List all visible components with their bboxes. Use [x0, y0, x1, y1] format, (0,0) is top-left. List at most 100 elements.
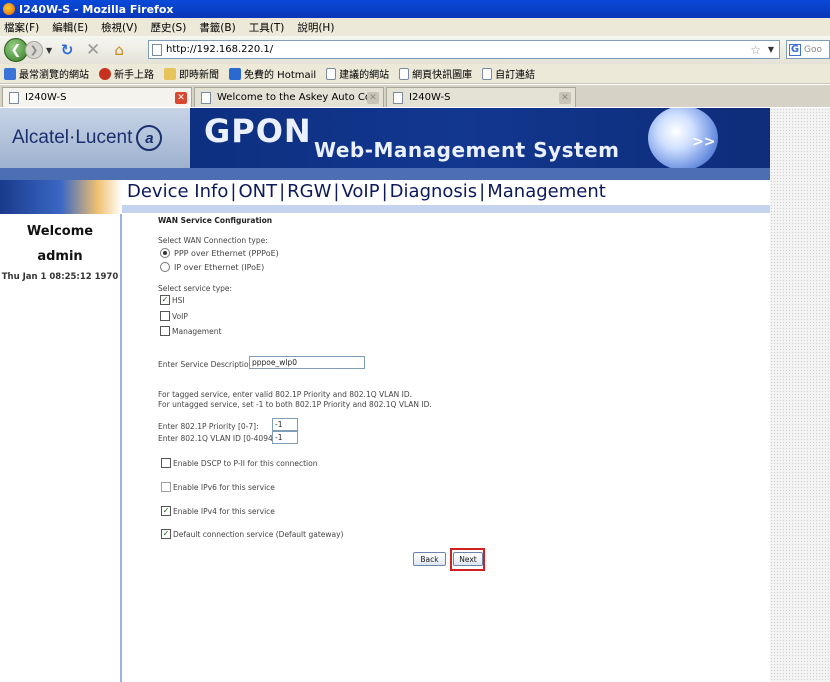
bookmark-suggested[interactable]: 建議的網站: [326, 66, 389, 81]
checkbox-default-gateway-label: Default connection service (Default gate…: [173, 529, 344, 539]
menu-bar: 檔案(F) 編輯(E) 檢視(V) 歷史(S) 書籤(B) 工具(T) 說明(H…: [0, 18, 830, 36]
menu-view[interactable]: 檢視(V): [101, 20, 137, 35]
checkbox-hsi-label: HSI: [172, 295, 185, 305]
bookmark-label: 新手上路: [114, 70, 154, 81]
nav-device-info[interactable]: Device Info: [127, 181, 228, 202]
stop-icon[interactable]: ✕: [82, 39, 104, 61]
google-icon[interactable]: G: [789, 43, 801, 56]
checkbox-voip[interactable]: VoIP: [160, 311, 188, 321]
checkbox-default-gateway[interactable]: Default connection service (Default gate…: [161, 529, 343, 539]
tab-askey-config[interactable]: Welcome to the Askey Auto Configurati...…: [194, 87, 384, 107]
nav-management[interactable]: Management: [487, 181, 606, 202]
bookmark-icon: [4, 67, 16, 80]
radio-ipoe-circle[interactable]: [160, 262, 170, 272]
bookmark-most-visited[interactable]: 最常瀏覽的網站: [4, 66, 89, 81]
bookmark-custom-links[interactable]: 自訂連結: [482, 66, 535, 81]
reload-icon[interactable]: ↻: [56, 39, 78, 61]
url-bar[interactable]: http://192.168.220.1/ ☆ ▼: [148, 40, 780, 59]
service-description-input[interactable]: pppoe_wlp0: [249, 356, 365, 369]
checkbox-ipv4-label: Enable IPv4 for this service: [173, 506, 275, 516]
bookmark-label: 免費的 Hotmail: [244, 70, 317, 81]
checkbox-default-gateway-box[interactable]: [161, 529, 171, 539]
bookmark-label: 最常瀏覽的網站: [19, 70, 89, 81]
radio-ipoe[interactable]: IP over Ethernet (IPoE): [160, 262, 264, 272]
close-tab-icon[interactable]: ✕: [559, 92, 571, 104]
bookmarks-toolbar: 最常瀏覽的網站 新手上路 即時新聞 免費的 Hotmail 建議的網站 網頁快訊…: [0, 64, 830, 84]
rss-folder-icon: [164, 67, 176, 80]
checkbox-ipv4[interactable]: Enable IPv4 for this service: [161, 506, 275, 516]
nav-separator: |: [381, 180, 388, 202]
checkbox-dscp-box[interactable]: [161, 458, 171, 468]
radio-pppoe-circle[interactable]: [160, 248, 170, 258]
menu-help[interactable]: 說明(H): [297, 20, 334, 35]
tab-i240w-second[interactable]: I240W-S ✕: [386, 87, 576, 107]
radio-pppoe-label: PPP over Ethernet (PPPoE): [174, 248, 279, 258]
decorative-light-art: [0, 180, 122, 214]
menu-bookmarks[interactable]: 書籤(B): [199, 20, 235, 35]
product-subtitle: Web-Management System: [314, 138, 620, 162]
bookmark-label: 即時新聞: [179, 70, 219, 81]
tab-i240w-active[interactable]: I240W-S ✕: [2, 87, 192, 107]
search-box[interactable]: G Goo: [786, 40, 830, 59]
bookmark-label: 自訂連結: [495, 70, 536, 81]
tab-label: I240W-S: [25, 92, 67, 103]
menu-tools[interactable]: 工具(T): [249, 20, 285, 35]
vlan-label: Enter 802.1Q VLAN ID [0-4094]:: [158, 434, 279, 443]
msn-icon: [229, 67, 241, 80]
nav-separator: |: [333, 180, 340, 202]
bookmark-star-icon[interactable]: ☆: [750, 43, 761, 57]
sidebar: Welcome admin Thu Jan 1 08:25:12 1970: [0, 214, 122, 682]
checkbox-dscp[interactable]: Enable DSCP to P-II for this connection: [161, 458, 318, 468]
forward-arrow-icon[interactable]: ❯: [25, 41, 43, 59]
radio-pppoe[interactable]: PPP over Ethernet (PPPoE): [160, 248, 279, 258]
bookmark-news[interactable]: 即時新聞: [164, 66, 219, 81]
vlan-id-input[interactable]: -1: [272, 431, 298, 444]
checkbox-hsi-box[interactable]: [160, 295, 170, 305]
bookmark-slice-gallery[interactable]: 網頁快訊圖庫: [399, 66, 472, 81]
page-icon: [326, 67, 337, 80]
checkbox-ipv6[interactable]: Enable IPv6 for this service: [161, 482, 275, 492]
form-heading: WAN Service Configuration: [158, 216, 273, 225]
close-tab-icon[interactable]: ✕: [367, 92, 379, 104]
system-clock: Thu Jan 1 08:25:12 1970: [1, 272, 119, 282]
home-icon[interactable]: ⌂: [108, 39, 130, 61]
checkbox-management[interactable]: Management: [160, 326, 221, 336]
tab-label: I240W-S: [409, 92, 451, 103]
page-icon: [9, 91, 19, 104]
menu-history[interactable]: 歷史(S): [150, 20, 186, 35]
globe-arrows-icon: >>: [692, 134, 716, 150]
bookmark-label: 網頁快訊圖庫: [412, 70, 473, 81]
checkbox-voip-label: VoIP: [172, 311, 188, 321]
url-dropdown-icon[interactable]: ▼: [768, 45, 774, 54]
close-tab-icon[interactable]: ✕: [175, 92, 187, 104]
search-placeholder: Goo: [804, 44, 822, 55]
history-dropdown-icon[interactable]: ▼: [46, 46, 52, 55]
menu-file[interactable]: 檔案(F): [4, 20, 39, 35]
checkbox-voip-box[interactable]: [160, 311, 170, 321]
next-button[interactable]: Next: [453, 552, 483, 566]
menu-edit[interactable]: 編輯(E): [52, 20, 88, 35]
bookmark-hotmail[interactable]: 免費的 Hotmail: [229, 66, 316, 81]
checkbox-management-box[interactable]: [160, 326, 170, 336]
nav-underline: [122, 205, 770, 213]
username: admin: [37, 249, 83, 264]
product-title: GPON: [204, 112, 312, 150]
checkbox-ipv6-box[interactable]: [161, 482, 171, 492]
page-icon: [393, 91, 403, 104]
nav-separator: |: [279, 180, 286, 202]
untagged-note: For untagged service, set -1 to both 802…: [158, 400, 432, 409]
nav-diagnosis[interactable]: Diagnosis: [390, 181, 478, 202]
window-title: I240W-S - Mozilla Firefox: [19, 2, 174, 16]
back-button[interactable]: Back: [413, 552, 446, 566]
tab-label: Welcome to the Askey Auto Configurati...: [217, 92, 375, 103]
checkbox-management-label: Management: [172, 326, 222, 336]
priority-input[interactable]: -1: [272, 418, 298, 431]
page-icon: [152, 43, 162, 56]
nav-separator: |: [230, 180, 237, 202]
nav-ont[interactable]: ONT: [238, 181, 277, 202]
checkbox-ipv4-box[interactable]: [161, 506, 171, 516]
bookmark-getting-started[interactable]: 新手上路: [99, 66, 154, 81]
checkbox-hsi[interactable]: HSI: [160, 295, 185, 305]
nav-rgw[interactable]: RGW: [287, 181, 331, 202]
nav-voip[interactable]: VoIP: [342, 181, 380, 202]
